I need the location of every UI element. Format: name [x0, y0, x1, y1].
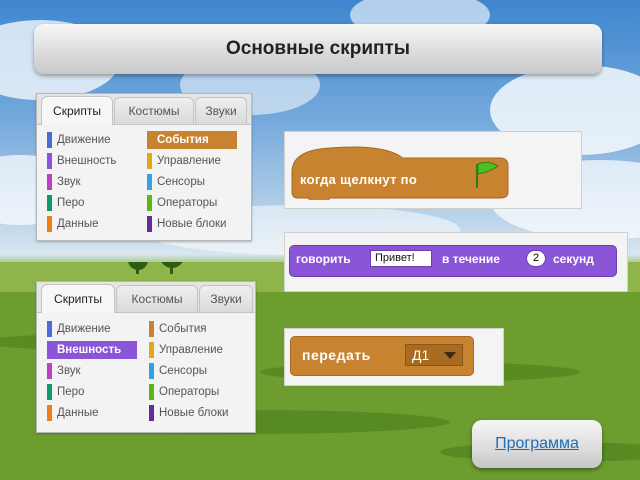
category-7[interactable]: Управление [149, 341, 239, 359]
palette-tabs: Скрипты Костюмы Звуки [37, 282, 255, 313]
category-9[interactable]: Операторы [147, 194, 237, 212]
program-button[interactable]: Программа [472, 420, 602, 468]
broadcast-block-label: передать [302, 347, 371, 363]
chevron-down-icon [444, 352, 456, 359]
category-label: Операторы [157, 197, 218, 209]
category-color-swatch [147, 195, 152, 211]
blocks-palette-events: Скрипты Костюмы Звуки Движение Внешность З… [36, 93, 252, 241]
category-label: Звук [57, 365, 81, 377]
tab-scripts[interactable]: Скрипты [41, 284, 115, 313]
category-label: Перо [57, 386, 85, 398]
title-banner: Основные скрипты [34, 24, 602, 74]
category-color-swatch [147, 216, 152, 232]
category-label: Сенсоры [159, 365, 207, 377]
category-5[interactable]: Данные [47, 215, 137, 233]
category-color-swatch [47, 384, 52, 400]
tab-sounds[interactable]: Звуки [195, 97, 247, 124]
category-label: Управление [159, 344, 223, 356]
category-label: Управление [157, 155, 221, 167]
event-block-label: когда щелкнут по [300, 172, 418, 187]
category-label: Перо [57, 197, 85, 209]
category-color-swatch [47, 216, 52, 232]
category-color-swatch [149, 321, 154, 337]
category-5[interactable]: Данные [47, 404, 137, 422]
category-8[interactable]: Сенсоры [147, 173, 237, 191]
category-color-swatch [47, 132, 52, 148]
category-color-swatch [47, 321, 52, 337]
category-4[interactable]: Перо [47, 194, 137, 212]
tab-costumes[interactable]: Костюмы [114, 97, 194, 124]
category-10[interactable]: Новые блоки [149, 404, 239, 422]
category-label: События [159, 323, 207, 335]
say-block-word-say: говорить [296, 252, 351, 266]
category-2[interactable]: Внешность [47, 152, 137, 170]
when-flag-clicked-block[interactable] [290, 142, 512, 200]
category-color-swatch [47, 405, 52, 421]
category-8[interactable]: Сенсоры [149, 362, 239, 380]
tab-scripts[interactable]: Скрипты [41, 96, 113, 125]
category-label: Внешность [57, 155, 117, 167]
say-block-word-seconds: секунд [553, 252, 594, 266]
category-color-swatch [149, 363, 154, 379]
category-label: Звук [57, 176, 81, 188]
category-color-swatch [149, 405, 154, 421]
category-4[interactable]: Перо [47, 383, 137, 401]
category-label: Движение [57, 323, 111, 335]
category-6[interactable]: События [147, 131, 237, 149]
category-label: Новые блоки [157, 218, 227, 230]
category-label: Сенсоры [157, 176, 205, 188]
category-label: Операторы [159, 386, 220, 398]
category-label: Новые блоки [159, 407, 229, 419]
tab-sounds[interactable]: Звуки [199, 285, 253, 312]
category-color-swatch [147, 153, 152, 169]
palette-tabs: Скрипты Костюмы Звуки [37, 94, 251, 125]
category-9[interactable]: Операторы [149, 383, 239, 401]
category-1[interactable]: Движение [47, 320, 137, 338]
category-color-swatch [147, 132, 152, 148]
broadcast-message-value: Д1 [412, 347, 430, 363]
category-label: Данные [57, 407, 99, 419]
category-10[interactable]: Новые блоки [147, 215, 237, 233]
category-3[interactable]: Звук [47, 173, 137, 191]
category-label: Движение [57, 134, 111, 146]
category-6[interactable]: События [149, 320, 239, 338]
say-seconds-input[interactable]: 2 [526, 250, 546, 267]
tab-costumes[interactable]: Костюмы [116, 285, 198, 312]
category-color-swatch [47, 153, 52, 169]
category-color-swatch [47, 363, 52, 379]
say-text-input[interactable]: Привет! [370, 250, 432, 267]
category-color-swatch [47, 195, 52, 211]
program-button-label: Программа [495, 435, 579, 452]
category-color-swatch [149, 342, 154, 358]
category-color-swatch [47, 174, 52, 190]
category-label: Внешность [57, 344, 122, 356]
category-3[interactable]: Звук [47, 362, 137, 380]
category-label: События [157, 134, 209, 146]
category-label: Данные [57, 218, 99, 230]
category-2[interactable]: Внешность [47, 341, 137, 359]
say-block-word-for: в течение [442, 252, 500, 266]
blocks-palette-looks: Скрипты Костюмы Звуки Движение Внешность З… [36, 281, 256, 433]
category-color-swatch [149, 384, 154, 400]
category-7[interactable]: Управление [147, 152, 237, 170]
category-color-swatch [47, 342, 52, 358]
page-title: Основные скрипты [225, 38, 411, 59]
broadcast-message-dropdown[interactable]: Д1 [405, 344, 463, 366]
category-1[interactable]: Движение [47, 131, 137, 149]
category-color-swatch [147, 174, 152, 190]
